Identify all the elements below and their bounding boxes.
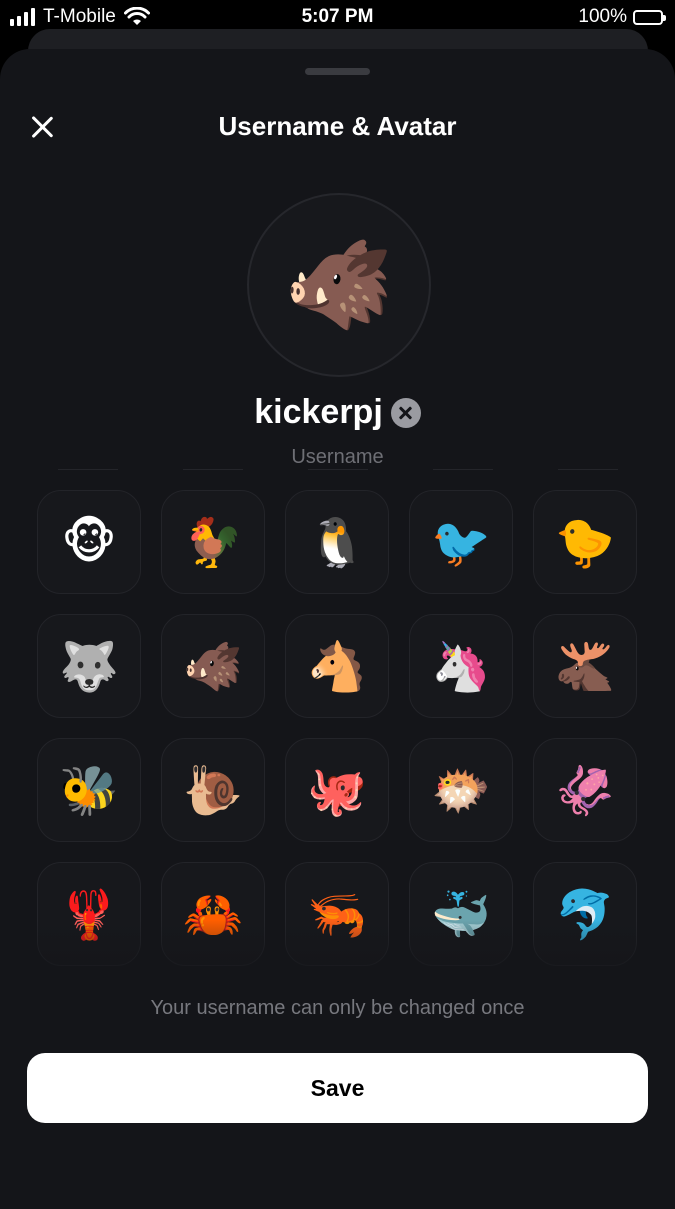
emoji-tile-puffin[interactable]: 🐧	[285, 490, 389, 594]
username-label: Username	[291, 446, 384, 468]
emoji-tile-pufferfish[interactable]: 🐡	[409, 738, 513, 842]
emoji-tile-boar[interactable]: 🐗	[161, 614, 265, 718]
emoji-tile-dolphin[interactable]: 🐬	[533, 862, 637, 966]
avatar-emoji-grid: 🐵 🐓 🐧 🐦 🐤 🐺 🐗 🐴 🦄 🫎 🐝 🐌 🐙 🐡 🦑 🦞 🦀 🦐 🐳 🐬	[37, 490, 638, 966]
username-row: kickerpj	[0, 393, 675, 432]
emoji-tile-whale[interactable]: 🐳	[409, 862, 513, 966]
username-change-note: Your username can only be changed once	[150, 997, 525, 1019]
emoji-tile-moose[interactable]: 🫎	[533, 614, 637, 718]
section-divider	[58, 469, 618, 470]
status-bar-right: 100%	[578, 6, 666, 28]
emoji-tile-monkey[interactable]: 🐵	[37, 490, 141, 594]
status-bar-time: 5:07 PM	[301, 6, 374, 27]
emoji-tile-shrimp[interactable]: 🦐	[285, 862, 389, 966]
emoji-tile-wolf[interactable]: 🐺	[37, 614, 141, 718]
emoji-tile-squid[interactable]: 🦑	[533, 738, 637, 842]
username-input[interactable]: kickerpj	[254, 393, 383, 432]
battery-percent: 100%	[578, 6, 627, 27]
emoji-tile-octopus[interactable]: 🐙	[285, 738, 389, 842]
emoji-tile-horse[interactable]: 🐴	[285, 614, 389, 718]
emoji-tile-pigeon[interactable]: 🐦	[409, 490, 513, 594]
clear-x-icon[interactable]	[390, 397, 421, 428]
battery-icon	[633, 9, 666, 25]
emoji-tile-bee[interactable]: 🐝	[37, 738, 141, 842]
emoji-tile-chick[interactable]: 🐤	[533, 490, 637, 594]
selected-avatar: 🐗	[247, 193, 431, 377]
emoji-tile-rooster[interactable]: 🐓	[161, 490, 265, 594]
emoji-tile-crab[interactable]: 🦀	[161, 862, 265, 966]
emoji-tile-snail[interactable]: 🐌	[161, 738, 265, 842]
sheet-grabber[interactable]	[305, 68, 370, 75]
emoji-tile-unicorn[interactable]: 🦄	[409, 614, 513, 718]
sheet-title: Username & Avatar	[218, 111, 457, 141]
save-button[interactable]: Save	[27, 1053, 648, 1123]
emoji-tile-lobster[interactable]: 🦞	[37, 862, 141, 966]
